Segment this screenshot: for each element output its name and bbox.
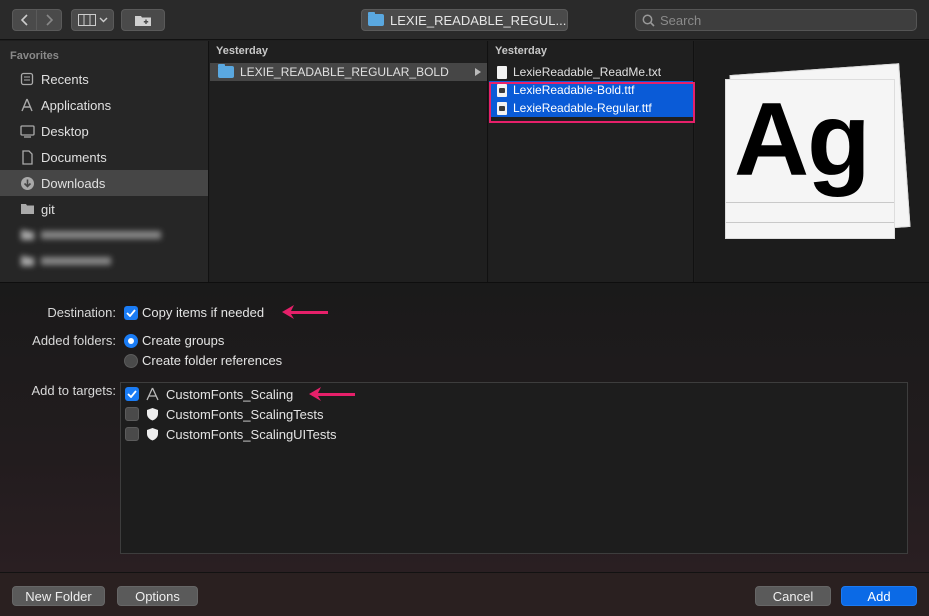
folder-icon [19, 227, 35, 243]
folder-icon [19, 201, 35, 217]
search-input[interactable] [660, 12, 900, 28]
shield-icon [147, 408, 158, 421]
sidebar-item-label: Desktop [41, 123, 89, 139]
documents-icon [19, 149, 35, 165]
list-item[interactable]: LexieReadable-Regular.ttf [489, 99, 693, 117]
columns-view-icon [77, 14, 96, 26]
destination-label: Destination: [47, 305, 116, 320]
sidebar-item-applications[interactable]: Applications [0, 92, 208, 118]
desktop-icon [19, 123, 35, 139]
browser-column-1: Yesterday LEXIE_READABLE_REGULAR_BOLD [210, 41, 488, 282]
sidebar-heading: Favorites [10, 50, 59, 62]
back-button[interactable] [12, 9, 37, 31]
column-header: Yesterday [495, 45, 547, 57]
new-folder-icon [135, 15, 151, 26]
target-label: CustomFonts_ScalingTests [166, 406, 324, 422]
options-panel: Destination: Copy items if needed Added … [0, 282, 929, 572]
target-row[interactable]: CustomFonts_Scaling [125, 385, 357, 403]
targets-list: CustomFonts_Scaling CustomFonts_ScalingT… [120, 382, 908, 554]
sidebar-item-redacted[interactable] [0, 248, 208, 274]
cancel-button[interactable]: Cancel [755, 586, 831, 606]
toolbar: LEXIE_READABLE_REGUL... [0, 0, 929, 40]
sidebar-item-label: Applications [41, 97, 112, 113]
preview-paper-front: Ag [725, 79, 895, 239]
sidebar-item-desktop[interactable]: Desktop [0, 118, 208, 144]
checkmark-icon [127, 390, 137, 398]
font-file-icon [497, 101, 507, 115]
target-checkbox[interactable] [125, 387, 139, 401]
copy-items-label: Copy items if needed [142, 305, 265, 320]
list-item-label: LexieReadable-Regular.ttf [513, 101, 652, 115]
chevron-down-icon [99, 17, 107, 23]
font-file-icon [497, 83, 507, 97]
app-target-icon [146, 387, 159, 401]
sidebar-item-label: git [41, 201, 55, 217]
sidebar-item-downloads[interactable]: Downloads [0, 170, 208, 196]
column-header: Yesterday [216, 45, 268, 57]
sidebar-item-git[interactable]: git [0, 196, 208, 222]
checkmark-icon [126, 309, 136, 317]
path-popup[interactable]: LEXIE_READABLE_REGUL... [361, 9, 568, 31]
back-forward-control [12, 9, 62, 31]
file-preview: Ag [695, 41, 929, 282]
sidebar-item-recents[interactable]: Recents [0, 66, 208, 92]
sidebar-item-documents[interactable]: Documents [0, 144, 208, 170]
list-item[interactable]: LEXIE_READABLE_REGULAR_BOLD [210, 63, 487, 81]
shield-icon [147, 428, 158, 441]
applications-icon [19, 97, 35, 113]
annotation-arrow-icon [309, 387, 356, 401]
create-groups-radio[interactable] [124, 334, 138, 348]
bottom-bar: New Folder Options Cancel Add [0, 572, 929, 616]
target-label: CustomFonts_Scaling [166, 386, 294, 402]
folder-icon [218, 64, 234, 78]
ruled-line [726, 222, 894, 223]
downloads-icon [19, 175, 35, 191]
add-to-targets-label: Add to targets: [31, 383, 116, 398]
target-row[interactable]: CustomFonts_ScalingUITests [125, 425, 337, 443]
sidebar-item-redacted[interactable] [0, 222, 208, 248]
options-button[interactable]: Options [117, 586, 198, 606]
view-mode-button[interactable] [71, 9, 114, 31]
ruled-line [726, 202, 894, 203]
list-item-label: LexieReadable_ReadMe.txt [513, 65, 662, 79]
sidebar-item-label: Documents [41, 149, 107, 165]
added-folders-label: Added folders: [32, 333, 116, 348]
list-item[interactable]: LexieReadable-Bold.ttf [489, 81, 693, 99]
redacted-bar [41, 231, 161, 239]
target-checkbox[interactable] [125, 427, 139, 441]
create-folder-references-label: Create folder references [142, 353, 283, 368]
target-checkbox[interactable] [125, 407, 139, 421]
clock-icon [19, 71, 35, 87]
path-popup-label: LEXIE_READABLE_REGUL... [390, 12, 567, 28]
target-label: CustomFonts_ScalingUITests [166, 426, 337, 442]
font-preview-glyphs: Ag [734, 82, 871, 198]
folder-icon [368, 12, 384, 26]
list-item[interactable]: LexieReadable_ReadMe.txt [489, 63, 693, 81]
text-file-icon [497, 65, 507, 79]
copy-items-checkbox[interactable] [124, 306, 138, 320]
folder-icon [19, 253, 35, 269]
annotation-arrow-icon [282, 305, 328, 319]
new-folder-button[interactable]: New Folder [12, 586, 105, 606]
sidebar-item-label: Recents [41, 71, 89, 87]
list-item-label: LexieReadable-Bold.ttf [513, 83, 635, 97]
list-item-label: LEXIE_READABLE_REGULAR_BOLD [240, 65, 449, 79]
redacted-bar [41, 257, 111, 265]
add-button[interactable]: Add [841, 586, 917, 606]
new-folder-toolbar-button[interactable] [121, 9, 165, 31]
target-row[interactable]: CustomFonts_ScalingTests [125, 405, 324, 423]
chevron-right-icon [46, 14, 53, 26]
create-folder-references-radio[interactable] [124, 354, 138, 368]
create-groups-label: Create groups [142, 333, 225, 348]
forward-button[interactable] [37, 9, 62, 31]
search-field[interactable] [635, 9, 917, 31]
sidebar-item-label: Downloads [41, 175, 106, 191]
browser-column-2: Yesterday LexieReadable_ReadMe.txt Lexie… [489, 41, 694, 282]
search-icon [642, 14, 655, 27]
chevron-left-icon [20, 14, 28, 26]
sidebar: Favorites Recents Applications Desktop D… [0, 41, 209, 282]
disclosure-arrow-icon [475, 68, 481, 76]
